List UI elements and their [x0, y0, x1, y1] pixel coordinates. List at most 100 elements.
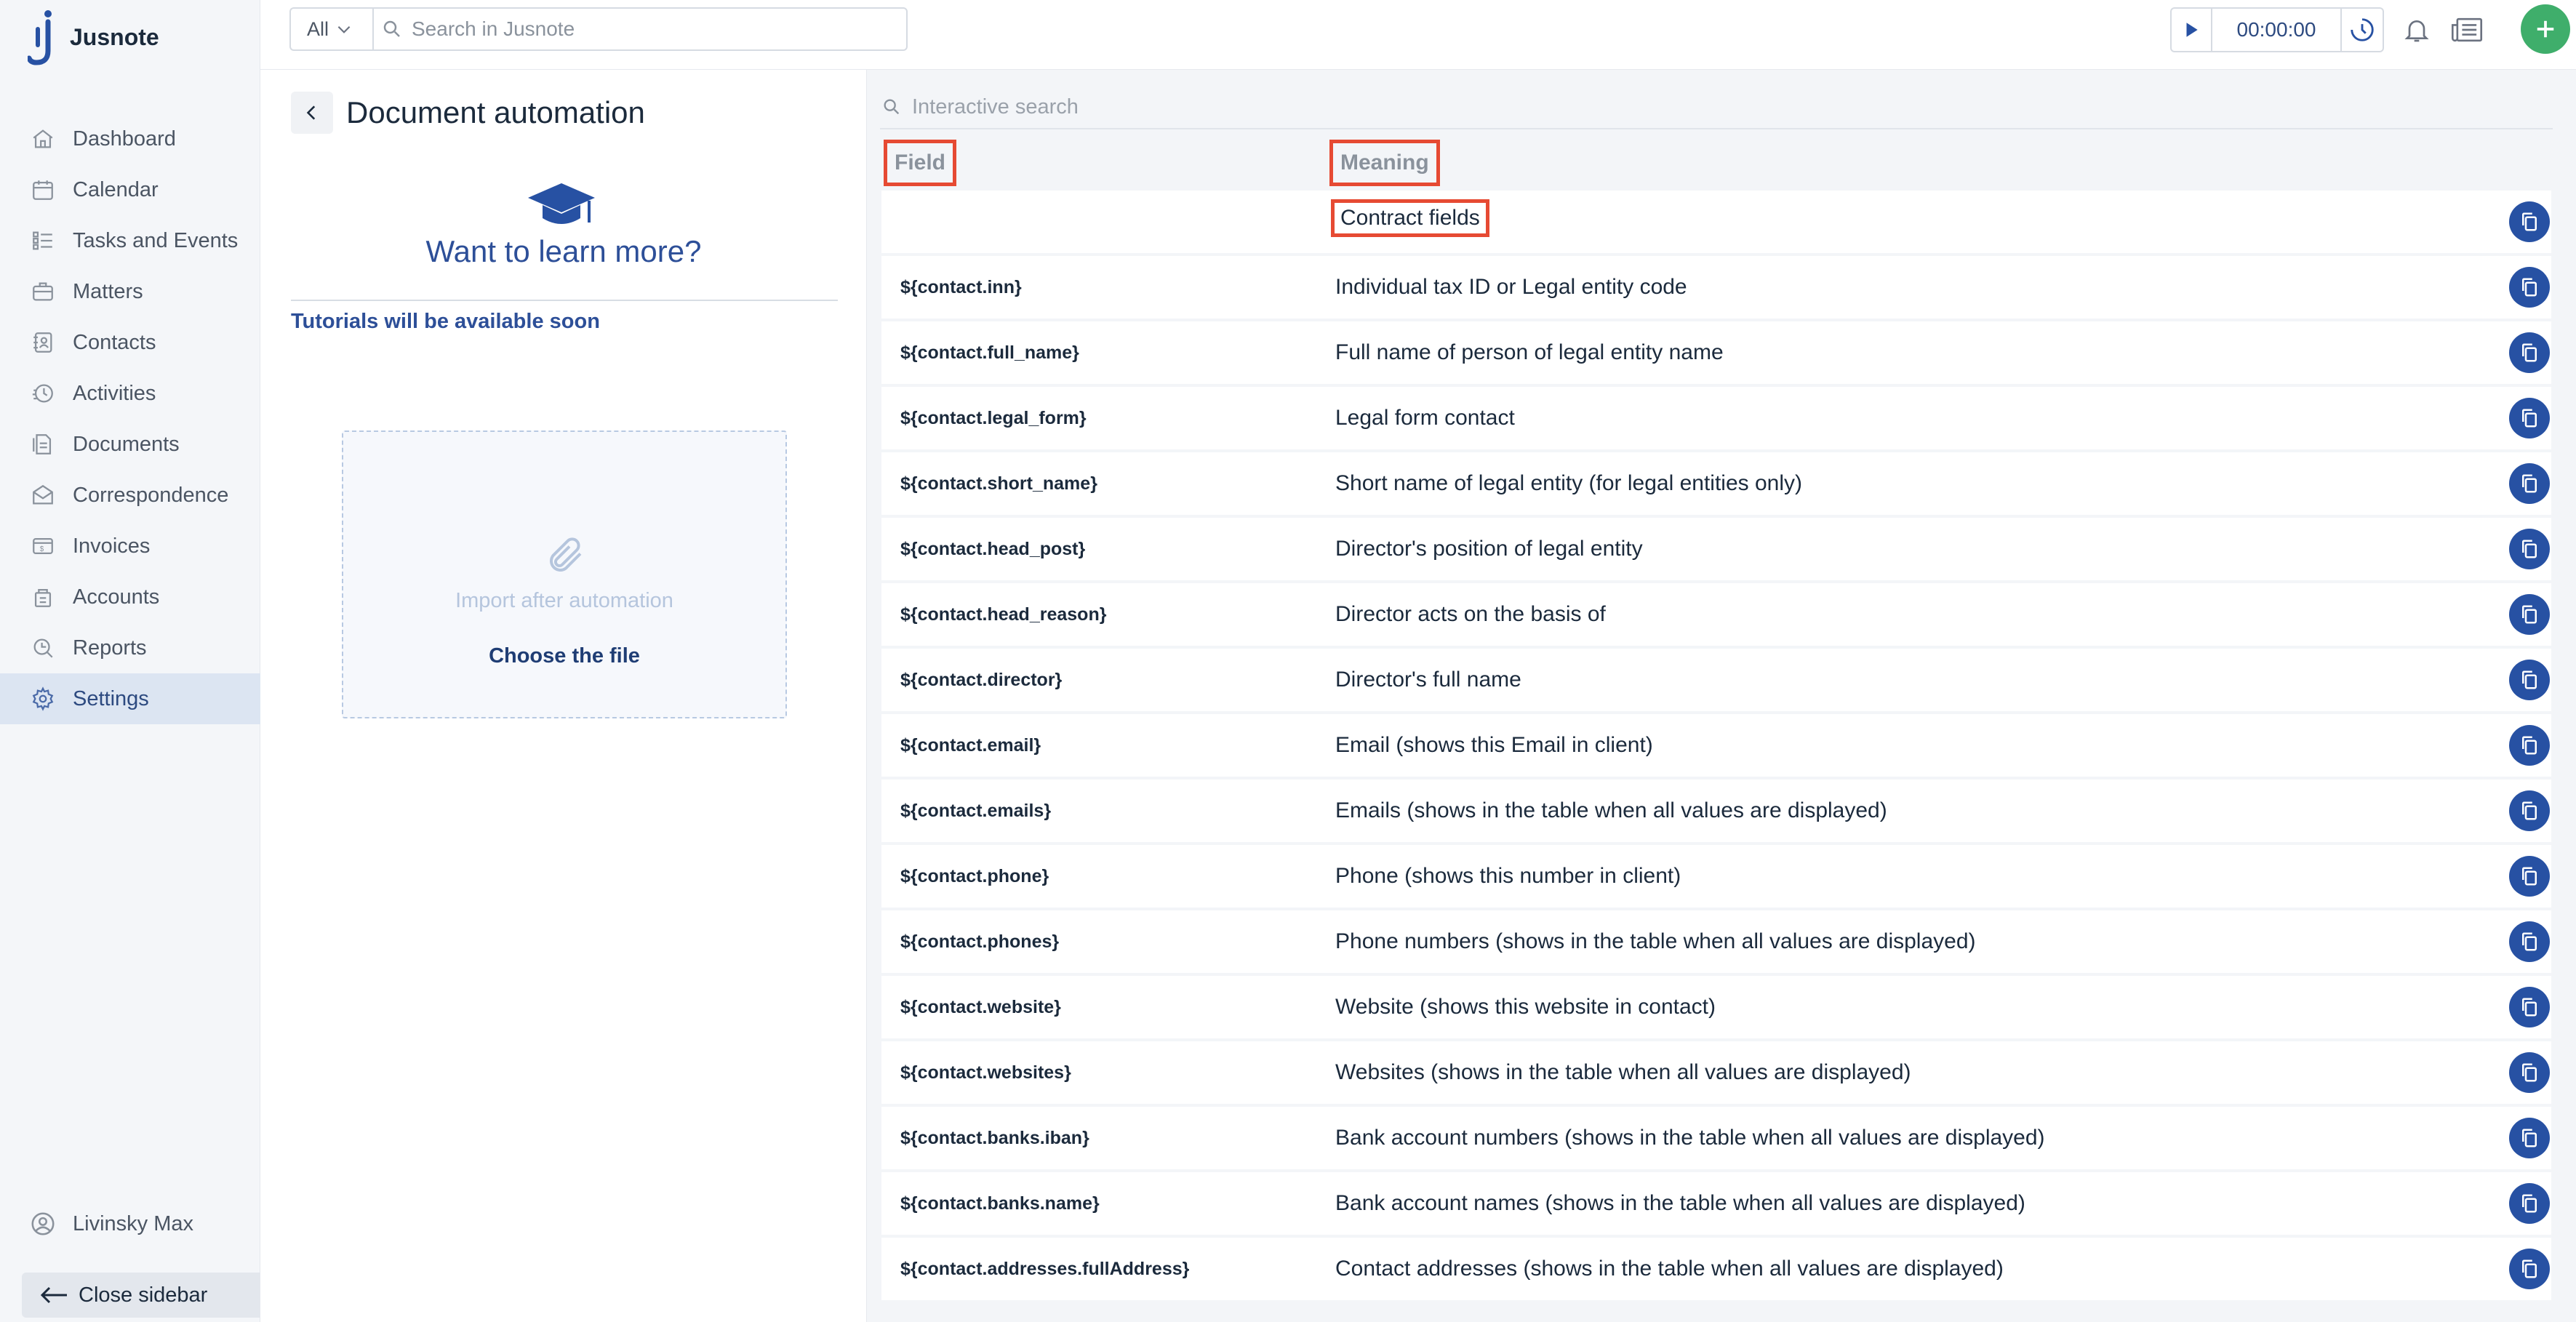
- sidebar-item-label: Dashboard: [73, 127, 176, 151]
- field-placeholder: ${contact.head_post}: [900, 538, 1086, 559]
- copy-button[interactable]: [2509, 267, 2550, 308]
- tasks-icon: [29, 227, 57, 255]
- copy-button[interactable]: [2509, 1118, 2550, 1158]
- field-placeholder: ${contact.full_name}: [900, 342, 1079, 363]
- search-scope-select[interactable]: All: [289, 7, 372, 51]
- automation-panel: Document automation Want to learn more? …: [260, 70, 867, 1322]
- table-row: ${contact.banks.name} Bank account names …: [881, 1172, 2551, 1235]
- clock-history-icon: [2351, 18, 2374, 41]
- top-bar: All 00:00:00: [260, 0, 2576, 70]
- table-row: ${contact.inn} Individual tax ID or Legal…: [881, 256, 2551, 319]
- sidebar-item-label: Settings: [73, 686, 149, 710]
- table-row: ${contact.websites} Websites (shows in th…: [881, 1041, 2551, 1104]
- copy-button[interactable]: [2509, 660, 2550, 700]
- copy-button[interactable]: [2509, 790, 2550, 831]
- table-row: ${contact.email} Email (shows this Email …: [881, 714, 2551, 777]
- sidebar-item-invoices[interactable]: $ Invoices: [0, 521, 260, 572]
- sidebar-item-tasks-and-events[interactable]: Tasks and Events: [0, 215, 260, 266]
- copy-button[interactable]: [2509, 332, 2550, 373]
- copy-button[interactable]: [2509, 398, 2550, 438]
- sidebar-item-correspondence[interactable]: Correspondence: [0, 470, 260, 521]
- field-meaning: Short name of legal entity (for legal en…: [1335, 471, 1802, 495]
- sidebar-item-label: Accounts: [73, 585, 160, 609]
- sidebar-item-accounts[interactable]: Accounts: [0, 572, 260, 622]
- table-row: ${contact.website} Website (shows this we…: [881, 976, 2551, 1038]
- documents-icon: [29, 430, 57, 458]
- field-meaning: Contact addresses (shows in the table wh…: [1335, 1257, 2004, 1281]
- sidebar-item-reports[interactable]: Reports: [0, 622, 260, 673]
- copy-icon: [2522, 343, 2537, 362]
- field-placeholder: ${contact.director}: [900, 669, 1063, 690]
- page-title: Document automation: [346, 95, 645, 129]
- news-button[interactable]: [2447, 12, 2487, 48]
- sidebar-item-activities[interactable]: Activities: [0, 368, 260, 419]
- table-row: Contract fields: [881, 191, 2551, 253]
- copy-button[interactable]: [2509, 1052, 2550, 1093]
- notifications-button[interactable]: [2399, 12, 2435, 48]
- copy-icon: [2522, 801, 2537, 820]
- global-search: [372, 7, 908, 51]
- field-placeholder: ${contact.phones}: [900, 931, 1060, 952]
- field-placeholder: ${contact.inn}: [900, 276, 1022, 297]
- activity-icon: [29, 380, 57, 407]
- field-meaning: Websites (shows in the table when all va…: [1335, 1060, 1911, 1084]
- sidebar-item-label: Invoices: [73, 534, 151, 558]
- fields-table: Contract fields ${contact.inn} Individual …: [881, 191, 2551, 1303]
- timer-play-button[interactable]: [2172, 9, 2212, 51]
- field-placeholder: ${contact.websites}: [900, 1062, 1071, 1083]
- column-header-field[interactable]: Field: [884, 140, 957, 186]
- field-placeholder: ${contact.short_name}: [900, 473, 1097, 494]
- sidebar-item-contacts[interactable]: Contacts: [0, 317, 260, 368]
- copy-button[interactable]: [2509, 921, 2550, 962]
- user-name: Livinsky Max: [73, 1211, 193, 1235]
- global-search-input[interactable]: [412, 17, 892, 41]
- copy-button[interactable]: [2509, 1183, 2550, 1224]
- field-meaning: Individual tax ID or Legal entity code: [1335, 275, 1687, 299]
- copy-icon: [2522, 1194, 2537, 1213]
- copy-icon: [2522, 736, 2537, 755]
- timer-history-button[interactable]: [2342, 7, 2384, 52]
- chevron-left-icon: [306, 105, 316, 120]
- copy-button[interactable]: [2509, 725, 2550, 766]
- interactive-search: [880, 86, 2553, 129]
- close-sidebar-button[interactable]: Close sidebar: [22, 1273, 260, 1318]
- copy-button[interactable]: [2509, 529, 2550, 569]
- add-new-button[interactable]: [2521, 4, 2570, 54]
- copy-icon: [2522, 540, 2537, 558]
- table-row: ${contact.full_name} Full name of person …: [881, 321, 2551, 384]
- sidebar-item-label: Correspondence: [73, 483, 229, 507]
- home-icon: [29, 125, 57, 153]
- table-row: ${contact.legal_form} Legal form contact: [881, 387, 2551, 449]
- app-logo[interactable]: Jusnote: [28, 9, 159, 65]
- sidebar-item-documents[interactable]: Documents: [0, 419, 260, 470]
- copy-button[interactable]: [2509, 201, 2550, 242]
- column-header-meaning[interactable]: Meaning: [1329, 140, 1440, 186]
- sidebar-item-matters[interactable]: Matters: [0, 266, 260, 317]
- interactive-search-input[interactable]: [912, 95, 2512, 119]
- copy-button[interactable]: [2509, 463, 2550, 504]
- choose-file-link[interactable]: Choose the file: [343, 644, 785, 668]
- field-meaning: Full name of person of legal entity name: [1335, 340, 1724, 364]
- search-icon: [383, 20, 400, 37]
- paperclip-icon: [550, 537, 582, 572]
- sidebar-item-settings[interactable]: Settings: [0, 673, 260, 724]
- table-row: ${contact.banks.iban} Bank account number…: [881, 1107, 2551, 1169]
- jusnote-logo-icon: [28, 10, 52, 65]
- copy-icon: [2522, 409, 2537, 428]
- user-profile[interactable]: Livinsky Max: [29, 1210, 193, 1238]
- file-dropzone[interactable]: Import after automation Choose the file: [342, 430, 787, 718]
- copy-icon: [2522, 1063, 2537, 1082]
- field-placeholder: ${contact.emails}: [900, 800, 1052, 821]
- back-button[interactable]: [291, 92, 333, 134]
- plus-icon: [2537, 20, 2554, 38]
- sidebar-item-calendar[interactable]: Calendar: [0, 164, 260, 215]
- copy-button[interactable]: [2509, 987, 2550, 1027]
- gear-icon: [29, 685, 57, 713]
- copy-button[interactable]: [2509, 594, 2550, 635]
- field-meaning: Director's full name: [1335, 668, 1521, 692]
- copy-button[interactable]: [2509, 1249, 2550, 1289]
- sidebar-item-dashboard[interactable]: Dashboard: [0, 113, 260, 164]
- sidebar-nav: Dashboard Calendar Tasks and Events Matt…: [0, 113, 260, 724]
- copy-button[interactable]: [2509, 856, 2550, 897]
- field-meaning: Director acts on the basis of: [1335, 602, 1606, 626]
